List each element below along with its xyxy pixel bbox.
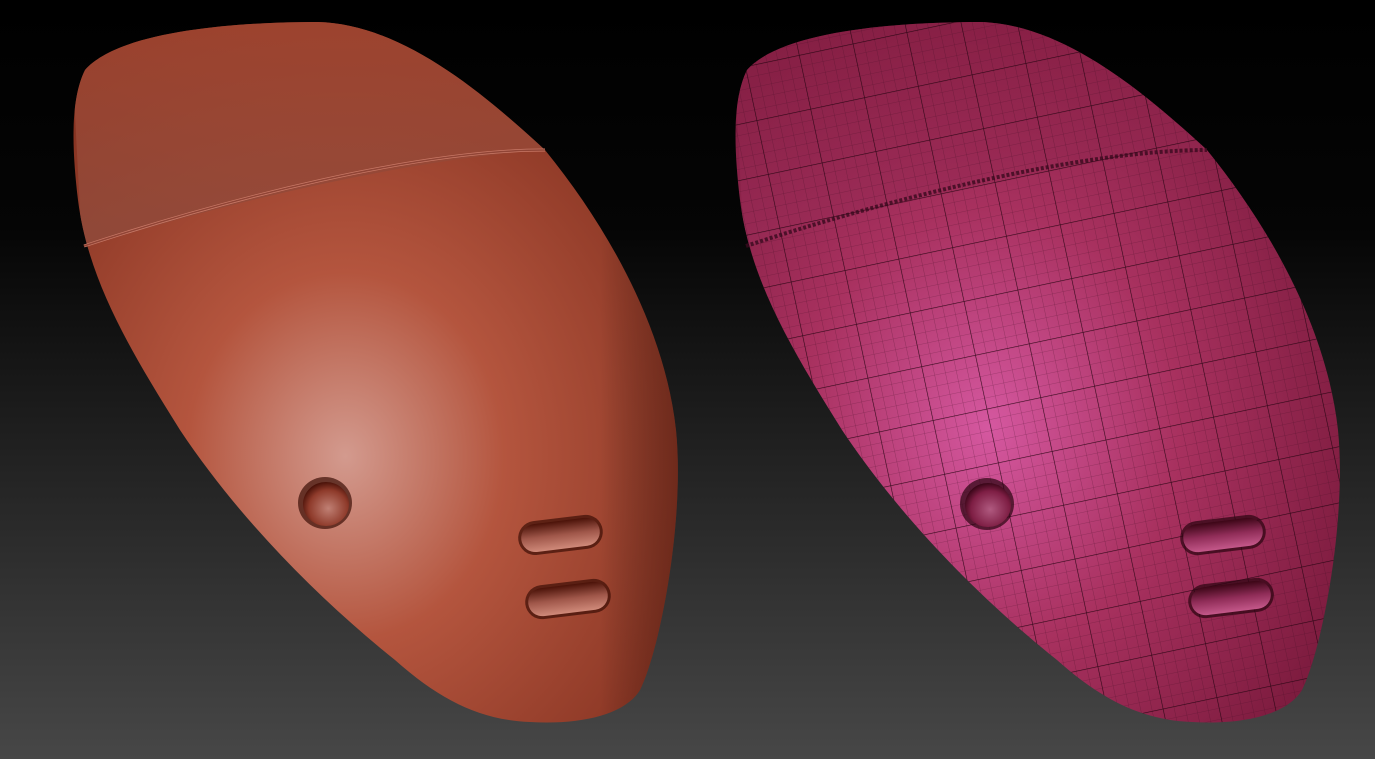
clay-round-recess [298,477,352,529]
wireframe-round-recess [960,478,1014,530]
render-scene [0,0,1375,759]
render-viewport [0,0,1375,759]
